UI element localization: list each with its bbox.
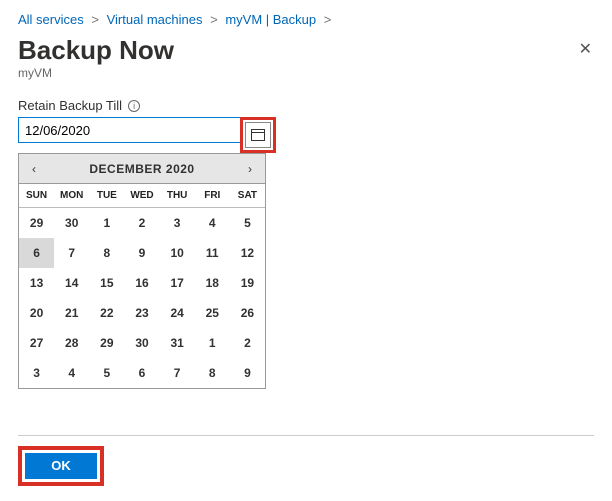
calendar-day[interactable]: 7 [54,238,89,268]
ok-button-highlight: OK [18,446,104,486]
calendar-dow: FRI [195,184,230,208]
calendar-day[interactable]: 18 [195,268,230,298]
calendar-day[interactable]: 23 [124,298,159,328]
footer: OK [18,435,594,486]
calendar-day[interactable]: 21 [54,298,89,328]
calendar-day[interactable]: 8 [89,238,124,268]
page-title: Backup Now [18,35,594,66]
calendar-header: ‹ DECEMBER 2020 › [19,154,265,184]
calendar-day[interactable]: 22 [89,298,124,328]
calendar-day[interactable]: 30 [124,328,159,358]
calendar-day[interactable]: 9 [124,238,159,268]
calendar-day[interactable]: 10 [160,238,195,268]
calendar-day[interactable]: 29 [19,208,54,238]
calendar-dow: MON [54,184,89,208]
calendar-day[interactable]: 3 [160,208,195,238]
retain-backup-date-input[interactable] [18,117,240,143]
calendar-day[interactable]: 8 [195,358,230,388]
calendar-day[interactable]: 5 [230,208,265,238]
calendar-day[interactable]: 16 [124,268,159,298]
calendar-prev-month[interactable]: ‹ [19,154,49,183]
calendar-day[interactable]: 1 [89,208,124,238]
calendar-button[interactable] [245,122,271,148]
calendar-day[interactable]: 5 [89,358,124,388]
calendar-day[interactable]: 25 [195,298,230,328]
calendar-dow: WED [124,184,159,208]
breadcrumb-sep: > [324,12,332,27]
backup-now-panel: All services > Virtual machines > myVM |… [0,0,612,498]
calendar-dow: TUE [89,184,124,208]
breadcrumb-sep: > [210,12,218,27]
calendar-day[interactable]: 15 [89,268,124,298]
calendar-day[interactable]: 20 [19,298,54,328]
calendar-day[interactable]: 28 [54,328,89,358]
calendar-dow: SAT [230,184,265,208]
calendar-day[interactable]: 6 [19,238,54,268]
calendar-day[interactable]: 1 [195,328,230,358]
calendar-day[interactable]: 19 [230,268,265,298]
page-subtitle: myVM [18,66,594,80]
calendar-day[interactable]: 31 [160,328,195,358]
calendar-day[interactable]: 17 [160,268,195,298]
retain-backup-label-row: Retain Backup Till i [18,98,594,113]
calendar-day[interactable]: 12 [230,238,265,268]
calendar-day[interactable]: 11 [195,238,230,268]
date-picker: ‹ DECEMBER 2020 › SUNMONTUEWEDTHUFRISAT … [18,153,266,389]
calendar-day[interactable]: 7 [160,358,195,388]
calendar-dow: SUN [19,184,54,208]
breadcrumb-all-services[interactable]: All services [18,12,84,27]
calendar-day[interactable]: 13 [19,268,54,298]
close-button[interactable]: ✕ [573,38,598,60]
calendar-month-label: DECEMBER 2020 [89,162,194,176]
calendar-day[interactable]: 14 [54,268,89,298]
breadcrumb-myvm-backup[interactable]: myVM | Backup [225,12,316,27]
calendar-day[interactable]: 3 [19,358,54,388]
breadcrumb-virtual-machines[interactable]: Virtual machines [107,12,203,27]
calendar-grid: SUNMONTUEWEDTHUFRISAT 293012345678910111… [19,184,265,388]
retain-backup-label: Retain Backup Till [18,98,122,113]
calendar-day[interactable]: 27 [19,328,54,358]
calendar-day[interactable]: 26 [230,298,265,328]
info-icon[interactable]: i [128,100,140,112]
calendar-dow: THU [160,184,195,208]
breadcrumb: All services > Virtual machines > myVM |… [18,12,594,27]
calendar-button-highlight [240,117,276,153]
date-input-row [18,117,594,153]
calendar-day[interactable]: 6 [124,358,159,388]
calendar-day[interactable]: 4 [54,358,89,388]
calendar-day[interactable]: 2 [124,208,159,238]
ok-button[interactable]: OK [25,453,97,479]
calendar-day[interactable]: 24 [160,298,195,328]
calendar-day[interactable]: 9 [230,358,265,388]
calendar-day[interactable]: 4 [195,208,230,238]
calendar-day[interactable]: 29 [89,328,124,358]
breadcrumb-sep: > [91,12,99,27]
calendar-next-month[interactable]: › [235,154,265,183]
calendar-icon [251,129,265,141]
calendar-day[interactable]: 2 [230,328,265,358]
calendar-day[interactable]: 30 [54,208,89,238]
